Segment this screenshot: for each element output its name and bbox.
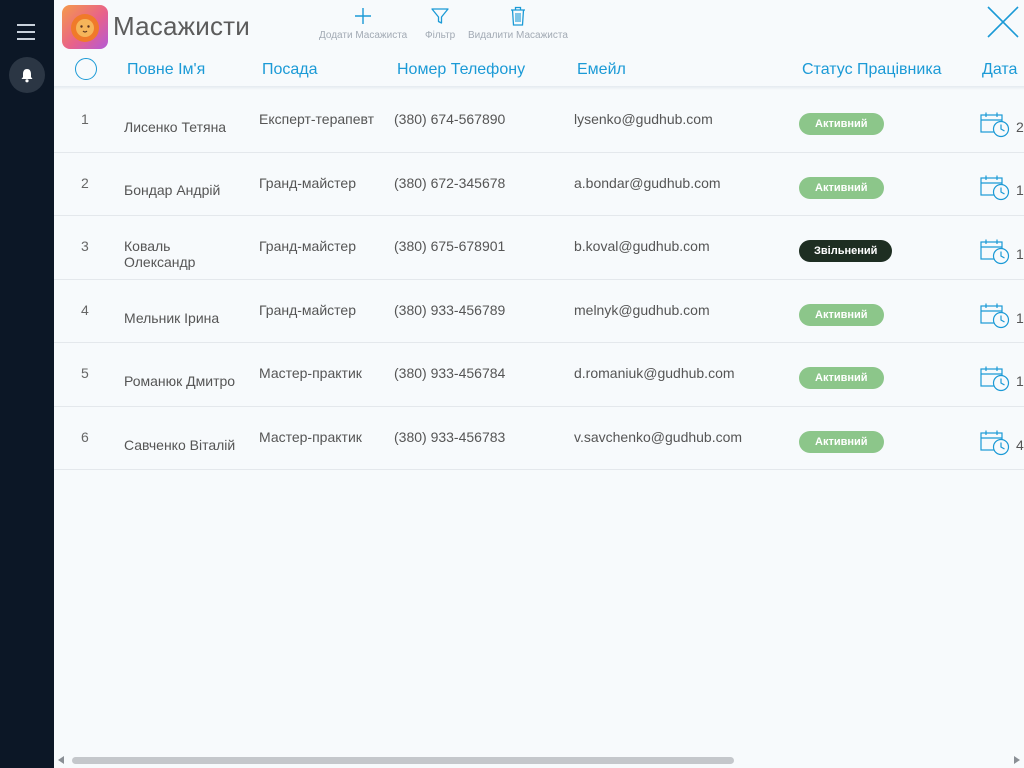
- table-row[interactable]: 1 Лисенко Тетяна Експерт-терапевт (380) …: [54, 89, 1024, 153]
- status-badge: Активний: [799, 113, 884, 135]
- plus-icon: [355, 8, 372, 24]
- date-value: 1: [1016, 246, 1024, 262]
- close-icon[interactable]: [986, 5, 1020, 39]
- scroll-right-arrow-icon[interactable]: [1014, 756, 1020, 764]
- page-title: Масажисти: [113, 11, 251, 41]
- notifications-button[interactable]: [9, 57, 45, 93]
- column-header-email[interactable]: Емейл: [577, 61, 626, 79]
- status-badge: Активний: [799, 431, 884, 453]
- row-number: 1: [81, 111, 89, 127]
- date-value: 1: [1016, 310, 1024, 326]
- select-all-checkbox[interactable]: [75, 58, 97, 80]
- calendar-clock-icon: [980, 303, 1010, 329]
- table-row[interactable]: 2 Бондар Андрій Гранд-майстер (380) 672-…: [54, 153, 1024, 216]
- full-name: Савченко Віталій: [124, 437, 236, 453]
- horizontal-scrollbar[interactable]: [54, 752, 1024, 768]
- date-value: 1: [1016, 182, 1024, 198]
- status-badge: Звільнений: [799, 240, 893, 262]
- email: melnyk@gudhub.com: [574, 302, 710, 318]
- hamburger-menu-icon[interactable]: [17, 24, 37, 40]
- main-content: Масажисти Додати Масажиста Фільтр Видали…: [54, 0, 1024, 768]
- full-name: Бондар Андрій: [124, 182, 221, 198]
- row-number: 3: [81, 238, 89, 254]
- table-row[interactable]: 4 Мельник Ірина Гранд-майстер (380) 933-…: [54, 280, 1024, 343]
- email: a.bondar@gudhub.com: [574, 175, 721, 191]
- phone-number: (380) 672-345678: [394, 175, 506, 191]
- position: Гранд-майстер: [259, 302, 356, 318]
- status-badge: Активний: [799, 177, 884, 199]
- delete-masseur-label: Видалити Масажиста: [468, 30, 568, 41]
- column-header-position[interactable]: Посада: [262, 61, 318, 79]
- phone-number: (380) 933-456784: [394, 365, 506, 381]
- position: Гранд-майстер: [259, 238, 356, 254]
- table-row[interactable]: 5 Романюк Дмитро Мастер-практик (380) 93…: [54, 343, 1024, 407]
- position: Мастер-практик: [259, 429, 362, 445]
- email: v.savchenko@gudhub.com: [574, 429, 743, 445]
- scrollbar-thumb[interactable]: [72, 757, 734, 764]
- position: Мастер-практик: [259, 365, 362, 381]
- email: lysenko@gudhub.com: [574, 111, 713, 127]
- column-header-date[interactable]: Дата: [982, 61, 1017, 79]
- lion-logo-icon: [62, 5, 108, 49]
- phone-number: (380) 674-567890: [394, 111, 506, 127]
- calendar-clock-icon: [980, 239, 1010, 265]
- date-value: 1: [1016, 373, 1024, 389]
- delete-masseur-button[interactable]: Видалити Масажиста: [468, 4, 568, 41]
- row-number: 4: [81, 302, 89, 318]
- position: Експерт-терапевт: [259, 111, 375, 127]
- calendar-clock-icon: [980, 175, 1010, 201]
- row-number: 6: [81, 429, 89, 445]
- calendar-clock-icon: [980, 366, 1010, 392]
- date-value: 4: [1016, 437, 1024, 453]
- phone-number: (380) 675-678901: [394, 238, 506, 254]
- date-value: 2: [1016, 119, 1024, 135]
- full-name: Мельник Ірина: [124, 310, 220, 326]
- email: d.romaniuk@gudhub.com: [574, 365, 735, 381]
- filter-icon: [431, 8, 449, 24]
- filter-button[interactable]: Фільтр: [425, 4, 455, 41]
- email: b.koval@gudhub.com: [574, 238, 710, 254]
- scroll-left-arrow-icon[interactable]: [58, 756, 64, 764]
- row-number: 2: [81, 175, 89, 191]
- full-name: Романюк Дмитро: [124, 373, 236, 389]
- position: Гранд-майстер: [259, 175, 356, 191]
- phone-number: (380) 933-456783: [394, 429, 506, 445]
- row-number: 5: [81, 365, 89, 381]
- add-masseur-label: Додати Масажиста: [319, 30, 408, 41]
- filter-label: Фільтр: [425, 30, 456, 41]
- trash-icon: [510, 6, 525, 26]
- column-header-status[interactable]: Статус Працівника: [802, 61, 942, 79]
- add-masseur-button[interactable]: Додати Масажиста: [319, 4, 407, 41]
- table-row[interactable]: 6 Савченко Віталій Мастер-практик (380) …: [54, 407, 1024, 470]
- full-name: Коваль Олександр: [124, 238, 196, 270]
- table-row[interactable]: 3 Коваль Олександр Гранд-майстер (380) 6…: [54, 216, 1024, 280]
- calendar-clock-icon: [980, 112, 1010, 138]
- column-header-name[interactable]: Повне Ім'я: [127, 61, 205, 79]
- calendar-clock-icon: [980, 430, 1010, 456]
- status-badge: Активний: [799, 304, 884, 326]
- column-header-phone[interactable]: Номер Телефону: [397, 61, 525, 79]
- full-name: Лисенко Тетяна: [124, 119, 227, 135]
- bell-icon: [21, 68, 33, 82]
- phone-number: (380) 933-456789: [394, 302, 506, 318]
- status-badge: Активний: [799, 367, 884, 389]
- sidebar: [0, 0, 54, 768]
